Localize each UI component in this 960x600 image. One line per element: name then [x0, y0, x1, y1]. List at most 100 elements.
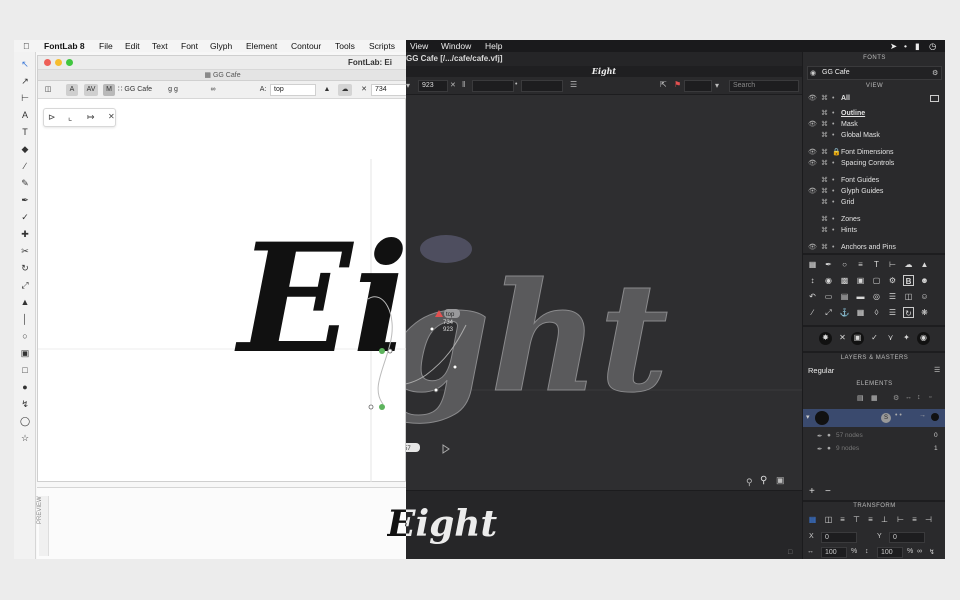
view-toggle-icon[interactable] [930, 95, 939, 102]
rapid-tool-icon[interactable]: ✓ [19, 211, 31, 223]
view-row-spacing-controls[interactable]: 👁 ⌘ • Spacing Controls [803, 158, 945, 169]
text-tool-icon[interactable]: T [19, 126, 31, 138]
play-icon[interactable] [442, 444, 450, 454]
view-row-all[interactable]: 👁 ⌘ • All [803, 93, 945, 104]
zoom-out-icon[interactable]: ⚲ [746, 477, 753, 487]
window-split-icon[interactable]: ▤ [839, 291, 850, 302]
origin-grid-icon[interactable]: ▦ [807, 514, 818, 525]
align-center-icon[interactable]: ≡ [909, 514, 920, 525]
view-row-mask[interactable]: 👁 ⌘ • Mask [803, 119, 945, 130]
contour-row[interactable]: ✒ ● 57 nodes 0 [803, 431, 945, 442]
element-link-icon[interactable]: → [919, 412, 926, 419]
layer-stack-icon[interactable]: ☰ [934, 366, 940, 374]
align-right-icon[interactable]: ⊣ [923, 514, 934, 525]
curve-icon[interactable]: ↶ [807, 291, 818, 302]
layer-name[interactable]: Regular [808, 366, 834, 375]
pen-icon[interactable]: ✒ [823, 259, 834, 270]
clear-icon[interactable]: ✕ [359, 84, 369, 96]
gear-icon[interactable]: ⚙ [887, 275, 898, 286]
view-row-font-dimensions[interactable]: 👁 ⌘ 🔒 Font Dimensions [803, 147, 945, 158]
layers-icon[interactable]: ☰ [887, 307, 898, 318]
clear-y-icon[interactable]: ✕ [450, 81, 456, 89]
scale-x-field[interactable]: 100 [821, 547, 847, 558]
minimize-window-button[interactable] [55, 59, 62, 66]
node-point[interactable] [379, 348, 385, 354]
link-scale-icon[interactable]: ∞ [917, 548, 922, 555]
element-grid-icon[interactable]: ▦ [871, 394, 878, 402]
square-icon[interactable]: ▣ [855, 275, 866, 286]
export-icon[interactable]: ⇱ [660, 80, 667, 89]
apple-menu-icon[interactable]:  [23, 41, 29, 51]
text-t-icon[interactable]: T [871, 259, 882, 270]
menu-tools[interactable]: Tools [335, 41, 355, 51]
metrics-mode-button[interactable]: M [103, 84, 115, 96]
search-field[interactable]: Search [729, 80, 799, 92]
height-field[interactable] [521, 80, 563, 92]
people-icon[interactable]: ☻ [919, 275, 930, 286]
view-row-zones[interactable]: ⌘ • Zones [803, 214, 945, 225]
magic-icon[interactable]: ✸ [819, 332, 832, 345]
glyph-canvas-light[interactable]: Eight [38, 99, 406, 482]
fill-tool-icon[interactable]: ▲ [19, 296, 31, 308]
transform-x-field[interactable]: 0 [821, 532, 857, 543]
kerning-tool-icon[interactable]: A [19, 109, 31, 121]
settings-icon[interactable]: ❋ [919, 307, 930, 318]
knife-icon[interactable]: ✓ [869, 332, 880, 343]
menu-edit[interactable]: Edit [125, 41, 140, 51]
transform-y-field[interactable]: 0 [889, 532, 925, 543]
menu-element[interactable]: Element [246, 41, 277, 51]
element-trash-icon[interactable]: ▫ [929, 394, 931, 401]
shape-tool-icon[interactable]: ● [19, 381, 31, 393]
align-middle-icon[interactable]: ≡ [865, 514, 876, 525]
y-dropdown-icon[interactable]: ▾ [406, 81, 410, 90]
font-settings-icon[interactable]: ⚙ [932, 69, 938, 77]
glyph-selector[interactable]: g g [166, 84, 180, 96]
x-coordinate-field[interactable]: 734 [371, 84, 406, 96]
menu-glyph[interactable]: Glyph [210, 41, 232, 51]
node-point[interactable] [379, 404, 385, 410]
flag-icon[interactable]: ⚑ [674, 80, 681, 89]
measure-tool-icon[interactable]: │ [19, 313, 31, 325]
pen-tool-icon[interactable]: ✒ [19, 194, 31, 206]
element-tool-icon[interactable]: ▣ [19, 347, 31, 359]
eyedropper-tool-icon[interactable]: ↯ [19, 398, 31, 410]
warning-triangle-icon[interactable]: ▲ [322, 84, 332, 96]
loop-icon[interactable]: ↻ [903, 307, 914, 318]
pointer-tool-icon[interactable]: ↖ [19, 58, 31, 70]
menu-contour[interactable]: Contour [291, 41, 321, 51]
eye-icon[interactable]: ◎ [871, 291, 882, 302]
close-x-icon[interactable]: ✕ [837, 332, 848, 343]
link-icon[interactable]: ∞ [208, 84, 218, 96]
page-tool-icon[interactable]: □ [19, 364, 31, 376]
ring-icon[interactable]: ▣ [851, 332, 864, 345]
users-icon[interactable]: ☺ [919, 291, 930, 302]
tunni-tool-icon[interactable]: ✚ [19, 228, 31, 240]
expand-arrow-icon[interactable]: ▾ [806, 413, 810, 421]
frame-icon[interactable]: ▢ [871, 275, 882, 286]
tree-icon[interactable]: ▲ [919, 259, 930, 270]
handle-point[interactable] [368, 404, 374, 410]
anchor-point[interactable] [429, 326, 435, 332]
text-mode-button[interactable]: A [66, 84, 78, 96]
element-flip-icon[interactable]: ↕ [917, 394, 921, 401]
y-coordinate-field[interactable]: 923 [418, 80, 448, 92]
element-gear-icon[interactable]: ⚙ [893, 394, 899, 402]
menu-view[interactable]: View [410, 41, 428, 51]
eyedrop-icon[interactable]: ↯ [929, 548, 935, 556]
diagonal-icon[interactable]: ⤢ [823, 307, 834, 318]
circle-icon[interactable]: ◉ [823, 275, 834, 286]
menu-help[interactable]: Help [485, 41, 502, 51]
grid-icon[interactable]: ▦ [807, 259, 818, 270]
stack-icon[interactable]: ☰ [887, 291, 898, 302]
guide-icon[interactable]: ↕ [807, 275, 818, 286]
view-row-global-mask[interactable]: ⌘ • Global Mask [803, 130, 945, 141]
preview-resize-icon[interactable]: □ [788, 549, 792, 556]
lasso-tool-icon[interactable]: ○ [19, 330, 31, 342]
app-menu[interactable]: FontLab 8 [44, 41, 85, 51]
font-row[interactable]: ◉ GG Cafe ⚙ [807, 66, 942, 80]
flip-h-icon[interactable]: ◫ [823, 514, 834, 525]
fork-icon[interactable]: ⋎ [885, 332, 896, 343]
pencil-tool-icon[interactable]: ✎ [19, 177, 31, 189]
table-icon[interactable]: ▦ [855, 307, 866, 318]
metrics-icon[interactable]: ⊢ [887, 259, 898, 270]
